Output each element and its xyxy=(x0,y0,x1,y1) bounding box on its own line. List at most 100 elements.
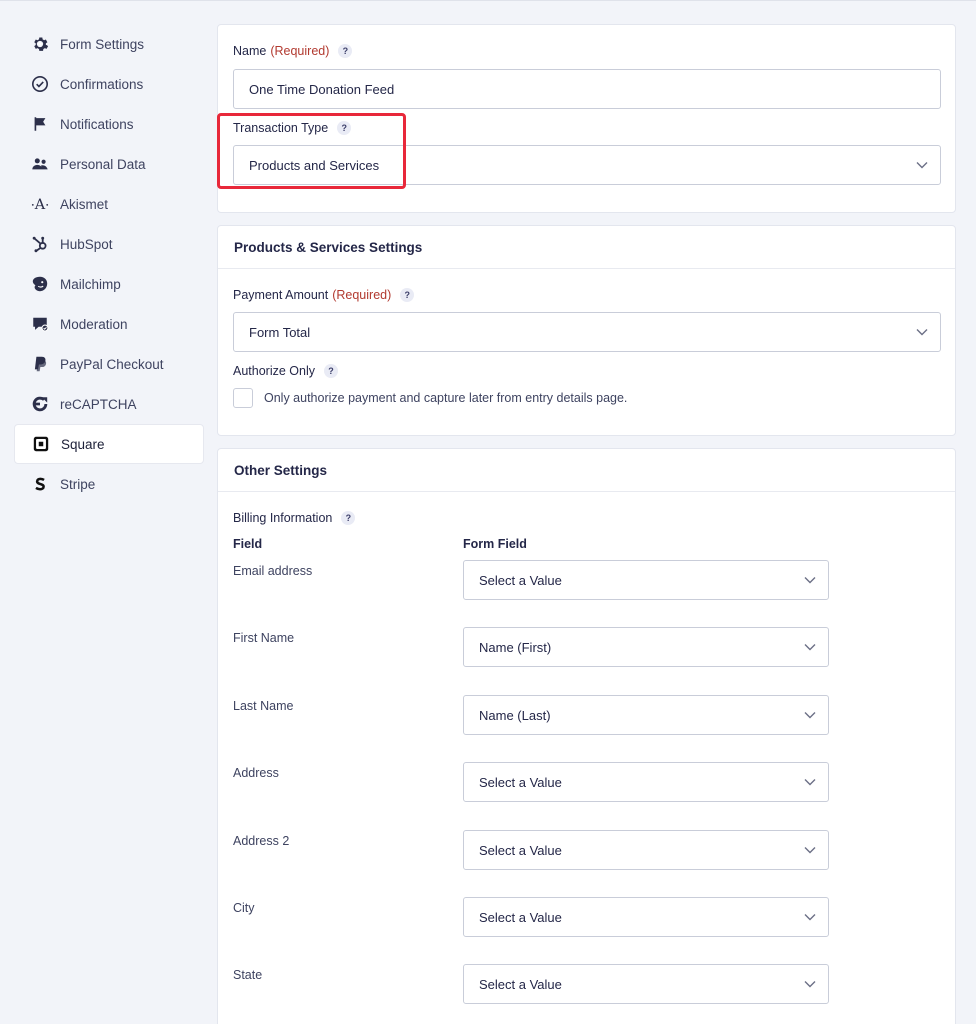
payment-amount-value: Form Total xyxy=(249,324,311,340)
help-icon[interactable]: ? xyxy=(323,364,338,378)
form-field-select[interactable]: Select a Value xyxy=(463,762,829,802)
sidebar-item-form-settings[interactable]: Form Settings xyxy=(14,24,204,64)
chevron-down-icon xyxy=(804,711,816,719)
sidebar-item-label: Notifications xyxy=(60,116,134,132)
payment-amount-select[interactable]: Form Total xyxy=(233,312,941,352)
sidebar-item-label: Moderation xyxy=(60,316,128,332)
paypal-icon xyxy=(30,354,50,374)
billing-information-label: Billing Information ? xyxy=(233,511,356,525)
form-field-value: Name (Last) xyxy=(479,707,551,723)
settings-sidebar: Form Settings Confirmations Notification… xyxy=(14,24,204,504)
sidebar-item-label: Form Settings xyxy=(60,36,145,52)
flag-icon xyxy=(30,114,50,134)
sidebar-item-square[interactable]: Square xyxy=(14,424,204,464)
hubspot-icon xyxy=(30,234,50,254)
feed-settings-panel: Name (Required) ? One Time Donation Feed… xyxy=(217,24,956,213)
sidebar-item-label: Mailchimp xyxy=(60,276,121,292)
akismet-icon: A xyxy=(30,194,50,214)
sidebar-item-confirmations[interactable]: Confirmations xyxy=(14,64,204,104)
sidebar-item-label: Stripe xyxy=(60,476,96,492)
transaction-type-value: Products and Services xyxy=(249,157,380,173)
chevron-down-icon xyxy=(916,328,928,336)
svg-text:A: A xyxy=(34,197,46,213)
square-icon xyxy=(31,434,51,454)
column-header-form-field: Form Field xyxy=(463,537,527,551)
form-field-value: Name (First) xyxy=(479,639,552,655)
form-field-select[interactable]: Name (Last) xyxy=(463,695,829,735)
mailchimp-icon xyxy=(30,274,50,294)
authorize-only-label: Authorize Only ? xyxy=(233,364,338,378)
products-services-header: Products & Services Settings xyxy=(218,226,955,269)
sidebar-item-akismet[interactable]: A Akismet xyxy=(14,184,204,224)
help-icon[interactable]: ? xyxy=(338,44,353,58)
chevron-down-icon xyxy=(804,846,816,854)
chevron-down-icon xyxy=(804,913,816,921)
chevron-down-icon xyxy=(916,161,928,169)
sidebar-item-stripe[interactable]: Stripe xyxy=(14,464,204,504)
field-label: First Name xyxy=(233,631,295,645)
chevron-down-icon xyxy=(804,643,816,651)
sidebar-item-label: Akismet xyxy=(60,196,109,212)
other-settings-header: Other Settings xyxy=(218,449,955,492)
billing-information-label-text: Billing Information xyxy=(233,511,333,525)
sidebar-item-recaptcha[interactable]: reCAPTCHA xyxy=(14,384,204,424)
authorize-only-checkbox[interactable] xyxy=(233,388,253,408)
sidebar-item-label: Personal Data xyxy=(60,156,146,172)
help-icon[interactable]: ? xyxy=(341,511,356,525)
sidebar-item-moderation[interactable]: Moderation xyxy=(14,304,204,344)
form-field-value: Select a Value xyxy=(479,909,562,925)
chevron-down-icon xyxy=(804,576,816,584)
sidebar-item-label: HubSpot xyxy=(60,236,113,252)
name-label: Name (Required) ? xyxy=(233,44,353,58)
required-indicator: (Required) xyxy=(332,288,392,302)
form-field-value: Select a Value xyxy=(479,976,562,992)
sidebar-item-label: reCAPTCHA xyxy=(60,396,137,412)
sidebar-item-personal-data[interactable]: Personal Data xyxy=(14,144,204,184)
moderation-icon xyxy=(30,314,50,334)
form-field-value: Select a Value xyxy=(479,572,562,588)
recaptcha-icon xyxy=(30,394,50,414)
help-icon[interactable]: ? xyxy=(400,288,415,302)
sidebar-item-label: Square xyxy=(61,436,105,452)
form-field-value: Select a Value xyxy=(479,842,562,858)
feed-name-input[interactable]: One Time Donation Feed xyxy=(233,69,941,109)
stripe-icon xyxy=(30,474,50,494)
name-label-text: Name xyxy=(233,44,267,58)
products-services-panel: Products & Services Settings Payment Amo… xyxy=(217,225,956,436)
payment-amount-label: Payment Amount (Required) ? xyxy=(233,288,415,302)
field-label: Email address xyxy=(233,564,313,578)
transaction-type-label: Transaction Type ? xyxy=(233,121,352,135)
other-settings-panel: Other Settings Billing Information ? Fie… xyxy=(217,448,956,1024)
help-icon[interactable]: ? xyxy=(337,121,352,135)
authorize-only-checkbox-label[interactable]: Only authorize payment and capture later… xyxy=(264,391,627,405)
form-field-select[interactable]: Select a Value xyxy=(463,897,829,937)
transaction-type-select[interactable]: Products and Services xyxy=(233,145,941,185)
transaction-type-label-text: Transaction Type xyxy=(233,121,329,135)
sidebar-item-paypal-checkout[interactable]: PayPal Checkout xyxy=(14,344,204,384)
form-field-select[interactable]: Select a Value xyxy=(463,964,829,1004)
top-divider xyxy=(0,0,976,1)
required-indicator: (Required) xyxy=(270,44,330,58)
sidebar-item-hubspot[interactable]: HubSpot xyxy=(14,224,204,264)
gear-icon xyxy=(30,34,50,54)
field-label: State xyxy=(233,968,263,982)
field-label: Last Name xyxy=(233,699,294,713)
form-field-select[interactable]: Select a Value xyxy=(463,830,829,870)
sidebar-item-notifications[interactable]: Notifications xyxy=(14,104,204,144)
chevron-down-icon xyxy=(804,980,816,988)
form-field-select[interactable]: Select a Value xyxy=(463,560,829,600)
form-field-value: Select a Value xyxy=(479,774,562,790)
payment-amount-label-text: Payment Amount xyxy=(233,288,329,302)
authorize-only-label-text: Authorize Only xyxy=(233,364,315,378)
column-header-field: Field xyxy=(233,537,263,551)
sidebar-item-mailchimp[interactable]: Mailchimp xyxy=(14,264,204,304)
form-field-select[interactable]: Name (First) xyxy=(463,627,829,667)
field-label: City xyxy=(233,901,255,915)
field-label: Address xyxy=(233,766,279,780)
sidebar-item-label: Confirmations xyxy=(60,76,144,92)
sidebar-item-label: PayPal Checkout xyxy=(60,356,164,372)
people-icon xyxy=(30,154,50,174)
field-label: Address 2 xyxy=(233,834,290,848)
chevron-down-icon xyxy=(804,778,816,786)
check-circle-icon xyxy=(30,74,50,94)
